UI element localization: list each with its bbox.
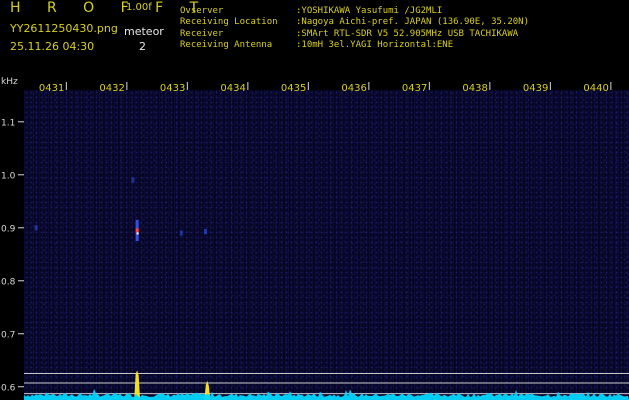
x-tick-label: 0439 bbox=[523, 83, 548, 94]
meteor-echo-peak bbox=[136, 232, 139, 235]
y-tick-label: 0.9 bbox=[1, 224, 16, 234]
meteor-echo bbox=[179, 230, 183, 236]
meteor-echo bbox=[131, 177, 135, 183]
spectrum-trace bbox=[24, 388, 629, 400]
y-tick-label: 1.0 bbox=[1, 171, 16, 181]
y-tick-label: 0.7 bbox=[1, 330, 15, 340]
meteor-echo bbox=[34, 225, 38, 231]
x-tick-label: 0440 bbox=[583, 83, 608, 94]
y-axis-label: kHz bbox=[1, 77, 18, 87]
x-tick-label: 0433 bbox=[160, 83, 185, 94]
spectrogram-chart: kHz 1.1 1.0 0.9 0.8 0.7 0.6 0431 0432 0433 0434 043… bbox=[1, 77, 629, 400]
x-tick-label: 0436 bbox=[341, 83, 366, 94]
y-tick-label: 1.1 bbox=[1, 118, 15, 128]
x-tick-label: 0437 bbox=[402, 83, 427, 94]
y-tick-label: 0.6 bbox=[1, 383, 16, 393]
y-tick-label: 0.8 bbox=[1, 277, 16, 287]
x-tick-label: 0438 bbox=[462, 83, 487, 94]
meteor-echo bbox=[204, 228, 207, 235]
hroft-spectrogram-screen: H R O F F T 1.00f YY2611250430.png 25.11… bbox=[0, 0, 629, 400]
x-tick-label: 0435 bbox=[281, 83, 306, 94]
x-tick-label: 0431 bbox=[39, 83, 64, 94]
x-tick-label: 0434 bbox=[220, 83, 245, 94]
meteor-echo-core bbox=[135, 228, 139, 233]
x-tick-label: 0432 bbox=[99, 83, 124, 94]
